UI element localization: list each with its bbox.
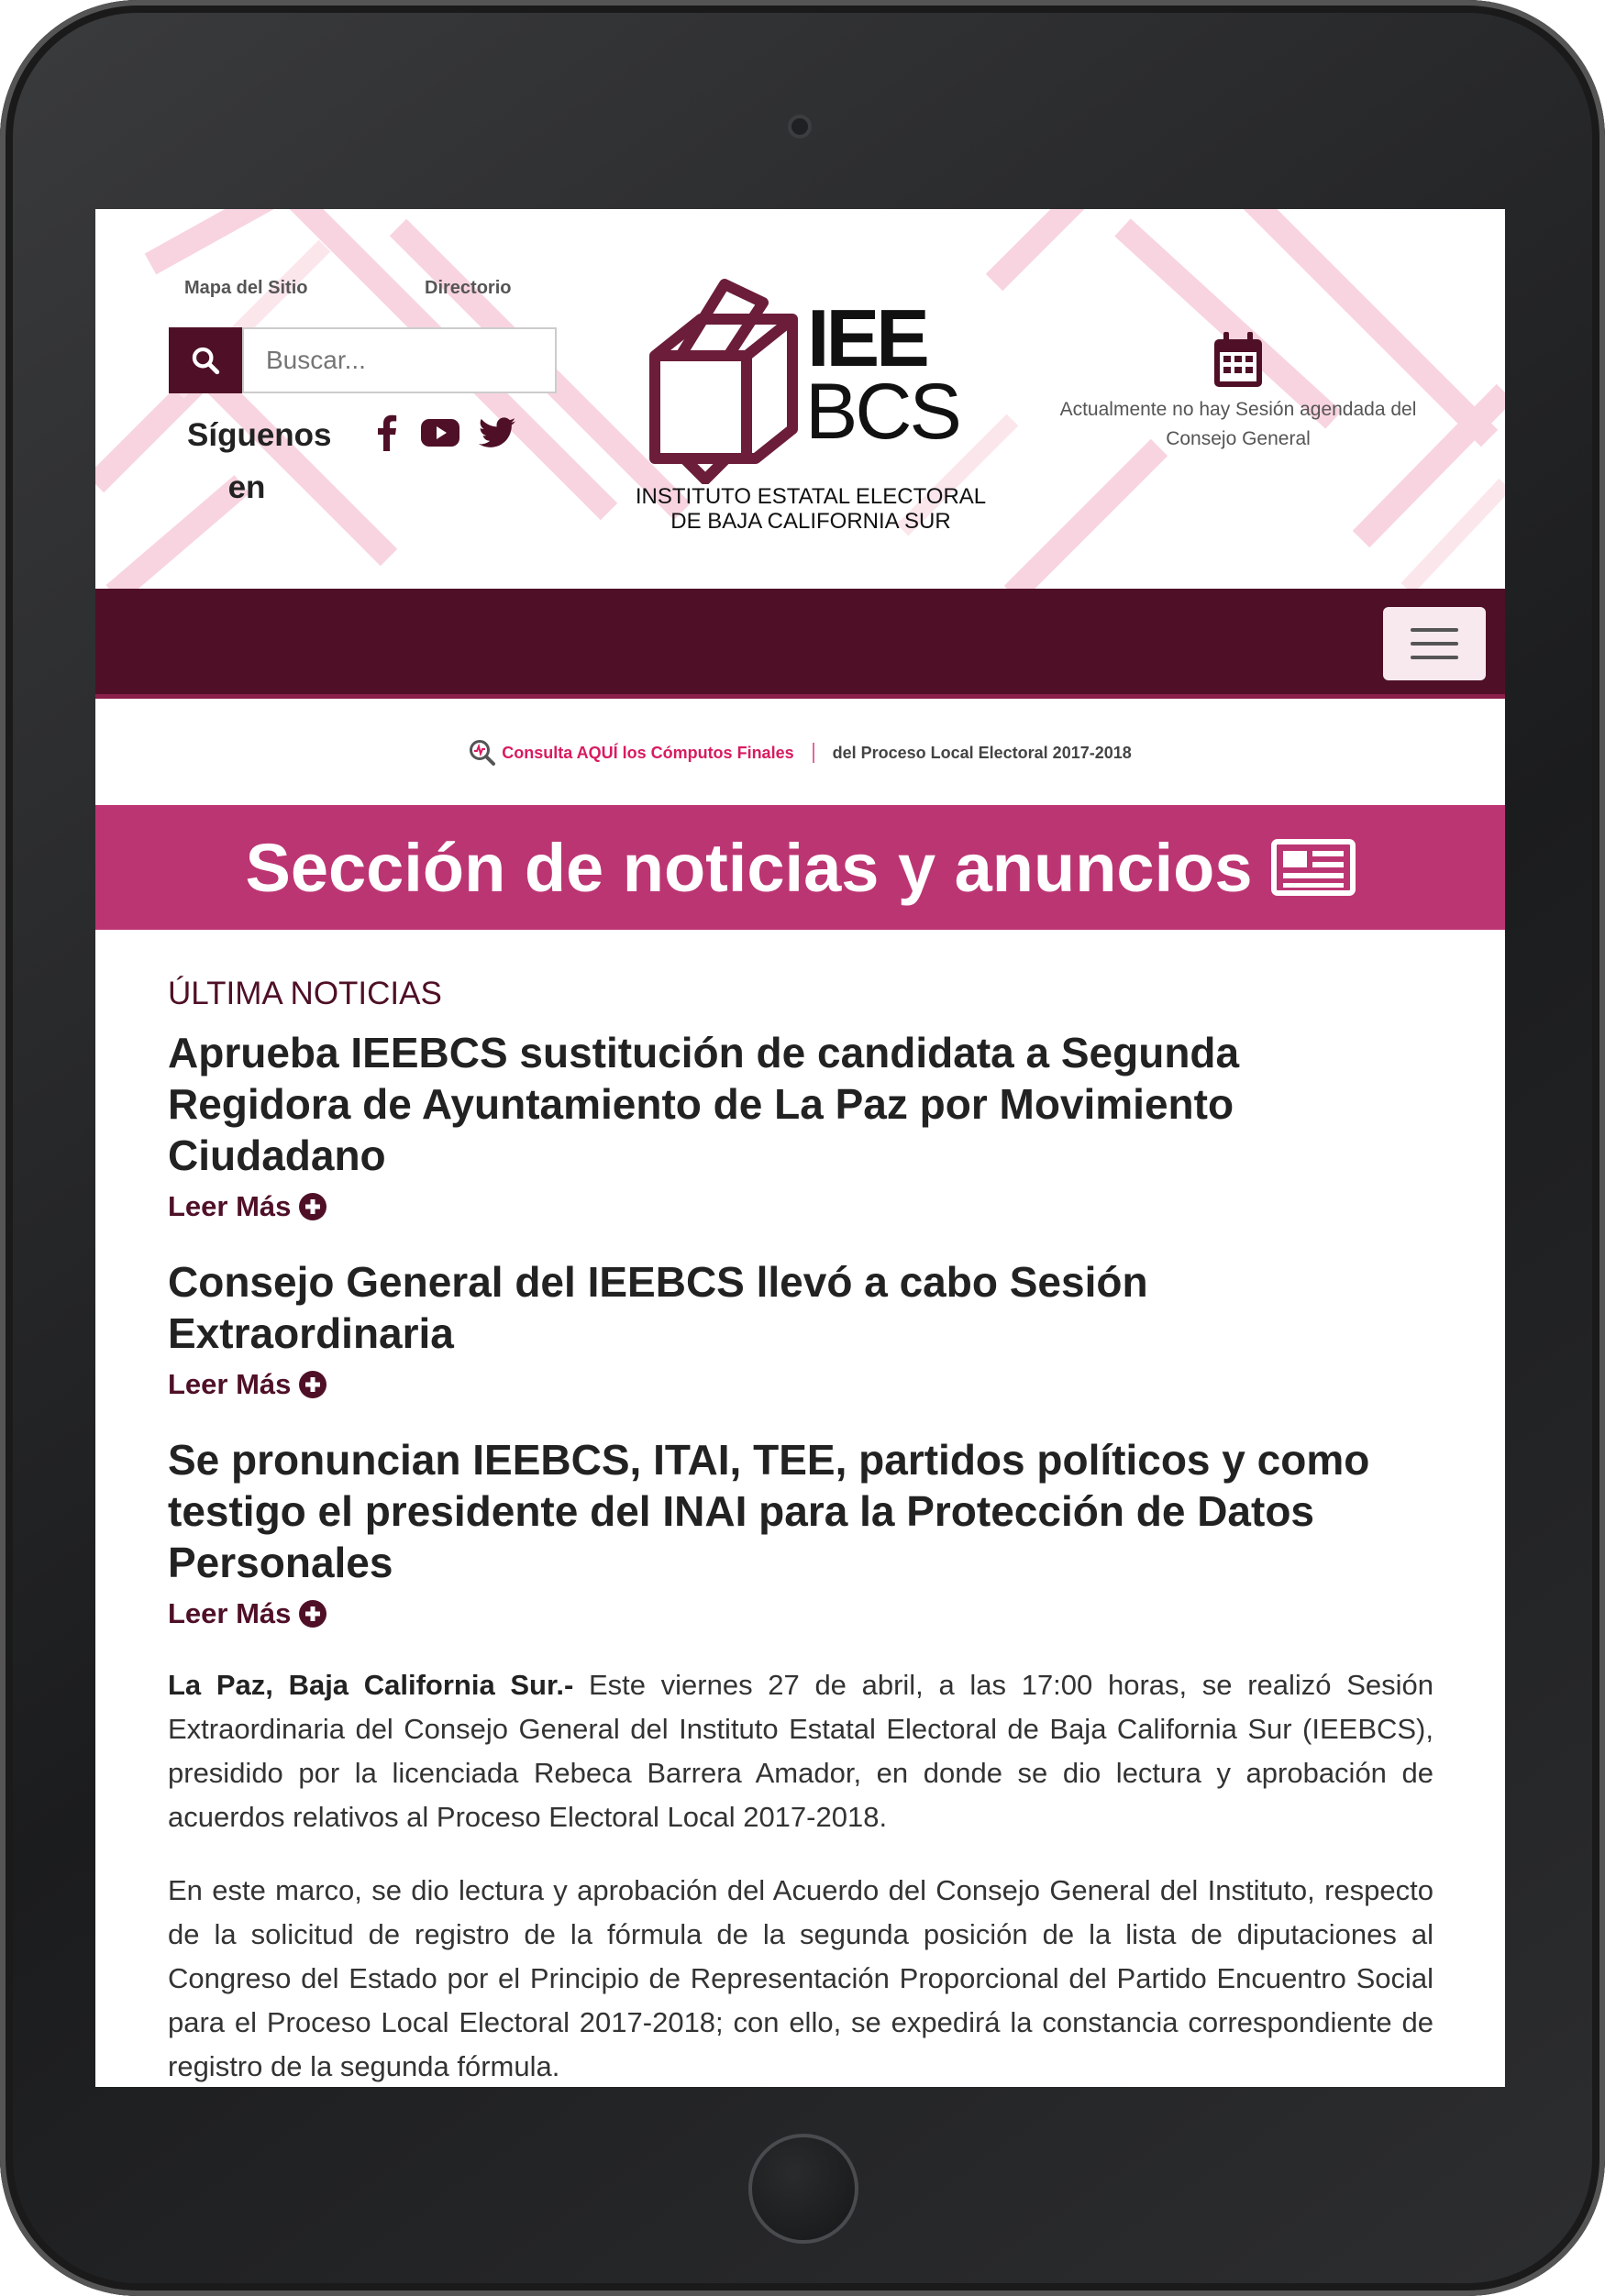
news-item: Se pronuncian IEEBCS, ITAI, TEE, partido… (168, 1434, 1433, 1663)
hamburger-icon (1411, 628, 1458, 632)
twitter-link[interactable] (479, 413, 515, 453)
camera-icon (788, 115, 812, 138)
news-title[interactable]: Se pronuncian IEEBCS, ITAI, TEE, partido… (168, 1434, 1433, 1588)
consulta-link[interactable]: Consulta AQUÍ los Cómputos Finales (502, 744, 793, 763)
hamburger-icon (1411, 642, 1458, 646)
menu-toggle-button[interactable] (1383, 607, 1486, 680)
consulta-rest: del Proceso Local Electoral 2017-2018 (832, 743, 1132, 762)
directory-link[interactable]: Directorio (425, 278, 511, 299)
tablet-frame: Mapa del Sitio Directorio Síguenos en (0, 0, 1605, 2296)
facebook-icon (378, 414, 397, 451)
screen: Mapa del Sitio Directorio Síguenos en (95, 209, 1505, 2087)
logo-caption: INSTITUTO ESTATAL ELECTORAL DE BAJA CALI… (609, 484, 1013, 534)
read-more-label: Leer Más (168, 1190, 292, 1222)
search-button[interactable] (169, 327, 242, 393)
plus-circle-icon (299, 1193, 327, 1220)
youtube-icon (421, 419, 459, 447)
youtube-link[interactable] (420, 413, 460, 453)
read-more-label: Leer Más (168, 1368, 292, 1400)
news-item: Aprueba IEEBCS sustitución de candidata … (168, 1027, 1433, 1256)
site-map-link[interactable]: Mapa del Sitio (184, 278, 307, 299)
read-more-link[interactable]: Leer Más (168, 1597, 327, 1630)
home-button[interactable] (748, 2134, 858, 2244)
article-paragraph: En este marco, se dio lectura y aprobaci… (168, 1874, 1433, 2082)
logo-caption-line2: DE BAJA CALIFORNIA SUR (670, 509, 951, 534)
banner-title: Sección de noticias y anuncios (245, 829, 1253, 906)
news-section-label: ÚLTIMA NOTICIAS (168, 976, 442, 1011)
search-icon (192, 347, 220, 375)
article-paragraph: La Paz, Baja California Sur.- Este viern… (168, 1663, 1433, 1839)
consulta-bar: Consulta AQUÍ los Cómputos Finales del P… (95, 739, 1505, 767)
plus-circle-icon (299, 1600, 327, 1628)
plus-circle-icon (299, 1371, 327, 1398)
twitter-icon (479, 417, 515, 447)
logo-text-bcs: BCS (805, 368, 962, 456)
ballot-box-logo-icon (649, 279, 798, 484)
read-more-link[interactable]: Leer Más (168, 1190, 327, 1223)
search-input[interactable] (242, 327, 557, 393)
news-list: ÚLTIMA NOTICIAS Aprueba IEEBCS sustituci… (168, 976, 1433, 2087)
read-more-label: Leer Más (168, 1597, 292, 1629)
news-title[interactable]: Aprueba IEEBCS sustitución de candidata … (168, 1027, 1433, 1181)
site-header: Mapa del Sitio Directorio Síguenos en (95, 209, 1505, 589)
logo-caption-line1: INSTITUTO ESTATAL ELECTORAL (635, 484, 987, 509)
news-item: Consejo General del IEEBCS llevó a cabo … (168, 1256, 1433, 1434)
read-more-link[interactable]: Leer Más (168, 1368, 327, 1401)
session-notice: Actualmente no hay Sesión agendada del C… (1059, 399, 1417, 449)
article-lead-location: La Paz, Baja California Sur.- (168, 1669, 574, 1701)
news-title[interactable]: Consejo General del IEEBCS llevó a cabo … (168, 1256, 1433, 1359)
divider (812, 743, 814, 763)
follow-us-label: Síguenos en (187, 417, 332, 505)
search-chart-icon (470, 740, 496, 766)
newspaper-icon (1270, 839, 1356, 896)
calendar-icon[interactable] (1211, 330, 1266, 391)
news-banner: Sección de noticias y anuncios (95, 805, 1505, 930)
facebook-link[interactable] (374, 413, 400, 453)
hamburger-icon (1411, 656, 1458, 659)
main-navbar (95, 589, 1505, 699)
